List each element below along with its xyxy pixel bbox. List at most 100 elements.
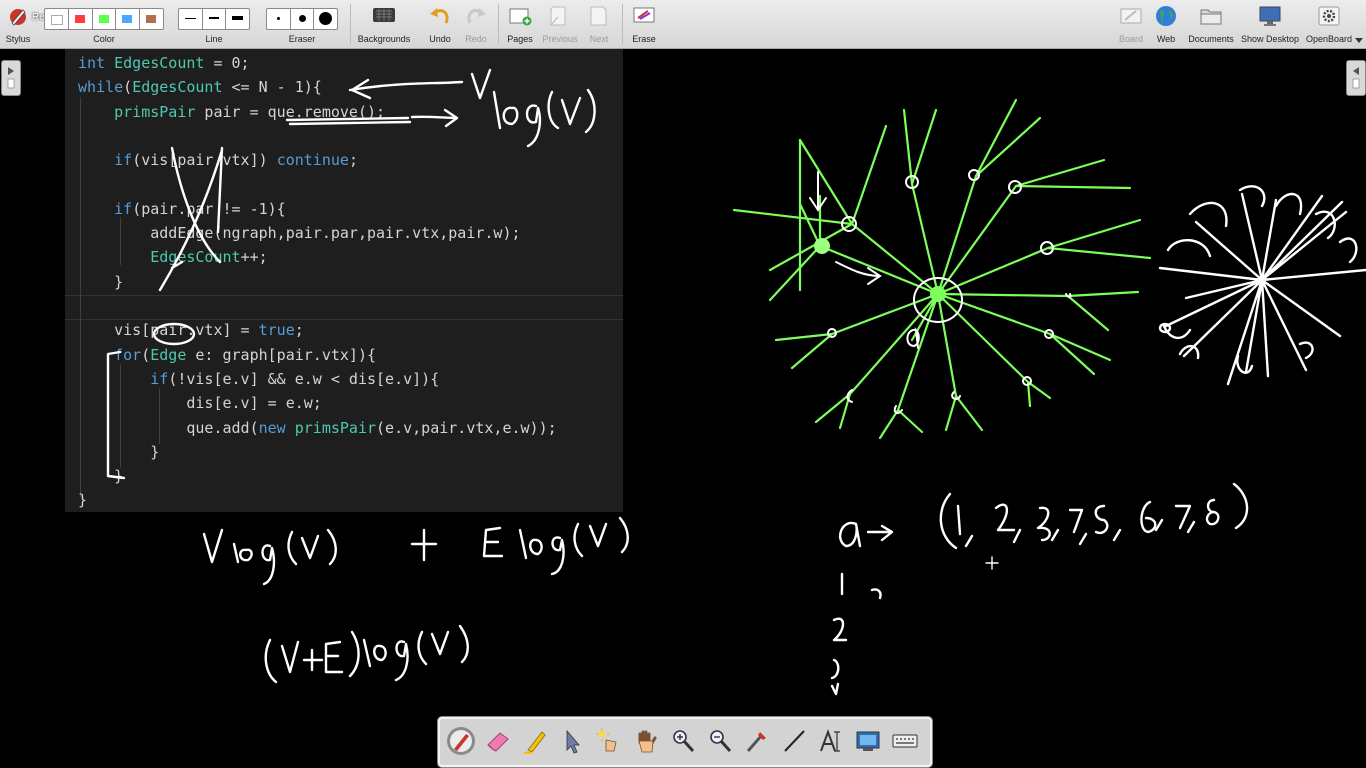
monitor-icon	[1259, 6, 1281, 26]
ink-hub-ring	[913, 277, 963, 323]
dot-large-icon	[319, 12, 333, 25]
ink-node-ring	[1008, 180, 1022, 194]
main-toolbar: Stylus Recording Color Line Eraser	[0, 0, 1366, 49]
zoom-out-icon	[710, 730, 732, 753]
stylus-button[interactable]: Stylus	[0, 0, 36, 48]
code-line: que.add(new primsPair(e.v,pair.vtx,e.w))…	[78, 418, 557, 437]
eraser-group: Eraser	[266, 0, 338, 48]
line-label: Line	[205, 34, 223, 44]
separator	[350, 4, 351, 44]
web-button[interactable]: Web	[1152, 0, 1180, 48]
board-button[interactable]: Board	[1116, 0, 1146, 48]
line-width-selector	[178, 8, 250, 30]
ink-node-ring	[841, 216, 857, 232]
hand-tool-button[interactable]	[631, 726, 661, 756]
capture-tool-button[interactable]	[742, 726, 772, 756]
keyboard-button[interactable]	[890, 726, 920, 756]
ink-plus	[410, 528, 438, 562]
backgrounds-label: Backgrounds	[357, 34, 411, 44]
eraser-tool-button[interactable]	[483, 726, 513, 756]
screen-capture-button[interactable]	[853, 726, 883, 756]
previous-page-icon	[550, 6, 566, 26]
laser-tool-button[interactable]	[594, 726, 624, 756]
expand-right-icon	[7, 67, 15, 89]
line-medium-button[interactable]	[203, 9, 227, 29]
eraser-medium-button[interactable]	[291, 9, 315, 29]
board-label: Board	[1118, 34, 1144, 44]
code-line: while(EdgesCount <= N - 1){	[78, 78, 322, 97]
pointer-icon	[566, 729, 580, 754]
zoom-out-button[interactable]	[705, 726, 735, 756]
board-icon	[1120, 8, 1142, 24]
dot-small-icon	[277, 17, 280, 20]
redo-button[interactable]: Redo	[460, 0, 492, 48]
text-tool-button[interactable]	[816, 726, 846, 756]
code-line: }	[78, 491, 88, 510]
eraser-small-button[interactable]	[267, 9, 291, 29]
swatch-fill	[122, 15, 133, 23]
undo-icon	[430, 8, 449, 24]
eraser-large-button[interactable]	[314, 9, 337, 29]
redo-icon	[467, 8, 486, 24]
pages-button[interactable]: Pages	[502, 0, 538, 48]
documents-button[interactable]: Documents	[1186, 0, 1236, 48]
ink-green-hub	[930, 286, 946, 302]
backgrounds-button[interactable]: Backgrounds	[354, 0, 414, 48]
code-line: dis[e.v] = e.w;	[78, 394, 322, 413]
hand-icon	[638, 730, 657, 753]
previous-label: Previous	[542, 34, 578, 44]
marker-tool-button[interactable]	[520, 726, 550, 756]
dot-medium-icon	[298, 15, 306, 22]
color-label: Color	[93, 34, 115, 44]
line-tool-button[interactable]	[779, 726, 809, 756]
color-group: Color	[44, 0, 164, 48]
previous-button[interactable]: Previous	[540, 0, 580, 48]
ink-cursor	[985, 556, 999, 570]
ink-arrow	[835, 261, 882, 285]
chevron-down-icon[interactable]	[1355, 38, 1363, 44]
ink-node-ring	[1022, 376, 1032, 386]
ink-elogv	[482, 516, 629, 576]
ink-node-ring	[1040, 241, 1054, 255]
zoom-in-button[interactable]	[668, 726, 698, 756]
openboard-menu-button[interactable]: OpenBoard	[1304, 0, 1354, 48]
code-line: primsPair pair = que.remove();	[114, 102, 386, 121]
ink-node-ring	[827, 328, 837, 338]
eraser-icon	[487, 732, 509, 752]
line-group: Line	[178, 0, 250, 48]
next-button[interactable]: Next	[582, 0, 616, 48]
ink-node-ring	[968, 169, 980, 181]
color-swatch-green[interactable]	[93, 9, 117, 29]
line-thick-icon	[232, 16, 244, 20]
stylus-icon	[10, 9, 26, 26]
eraser-size-selector	[266, 8, 338, 30]
erase-button[interactable]: Erase	[626, 0, 662, 48]
color-swatch-blue[interactable]	[116, 9, 141, 29]
show-desktop-button[interactable]: Show Desktop	[1240, 0, 1300, 48]
erase-label: Erase	[632, 34, 656, 44]
code-line: EdgesCount++;	[150, 248, 268, 267]
line-thick-button[interactable]	[226, 9, 249, 29]
code-line: int EdgesCount = 0;	[78, 54, 250, 72]
ink-a-label	[906, 327, 920, 349]
undo-label: Undo	[429, 34, 451, 44]
pen-tool-button[interactable]	[446, 726, 476, 756]
ink-vlogv	[202, 528, 337, 586]
web-label: Web	[1156, 34, 1176, 44]
line-thin-button[interactable]	[179, 9, 203, 29]
pointer-tool-button[interactable]	[557, 726, 587, 756]
line-icon	[784, 730, 805, 752]
screen-icon	[856, 731, 880, 751]
left-library-tab[interactable]	[1, 60, 21, 96]
text-icon	[820, 729, 840, 752]
right-library-tab[interactable]	[1346, 60, 1366, 96]
divider	[65, 295, 623, 296]
color-swatch-brown[interactable]	[140, 9, 163, 29]
openboard-label: OpenBoard	[1305, 34, 1353, 44]
undo-button[interactable]: Undo	[424, 0, 456, 48]
swatch-fill	[51, 15, 63, 25]
ink-arrow-down	[809, 171, 827, 212]
code-line: addEdge(ngraph,pair.par,pair.vtx,pair.w)…	[78, 224, 521, 243]
color-swatch-white[interactable]	[45, 9, 69, 29]
color-swatch-red[interactable]	[69, 9, 93, 29]
